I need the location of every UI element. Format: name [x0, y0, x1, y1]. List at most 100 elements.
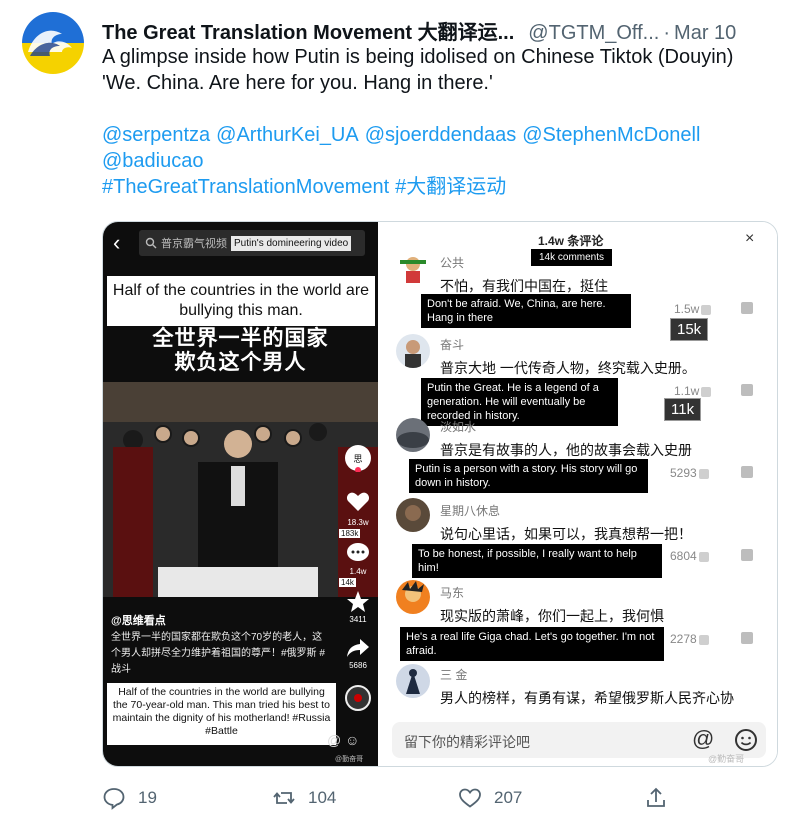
reply-count: 19: [138, 788, 157, 807]
comment-input-placeholder: 留下你的精彩评论吧: [404, 734, 530, 750]
mention-link[interactable]: @sjoerddendaas: [365, 124, 517, 146]
commenter-avatar[interactable]: [396, 498, 430, 532]
like-count-text: 5293: [670, 466, 697, 480]
like-count-en: 15k: [670, 318, 709, 341]
commenter-name[interactable]: 公共: [440, 254, 464, 271]
at-icon[interactable]: @ ☺: [327, 732, 359, 748]
thumb-down-icon[interactable]: [741, 384, 753, 396]
mention-link[interactable]: @ArthurKei_UA: [216, 124, 359, 146]
thumb-down-icon[interactable]: [741, 302, 753, 314]
separator-dot: ·: [663, 22, 671, 44]
like-count-text: 6804: [670, 549, 697, 563]
back-chevron-icon: ‹: [113, 230, 121, 255]
tweet-media-image[interactable]: ‹ 普京霸气视频 Putin's domineering video Half …: [102, 221, 778, 767]
comment-count: 1.4w: [349, 567, 367, 576]
comments-title-en: 14k comments: [531, 249, 613, 266]
retweet-icon: [273, 792, 295, 804]
retweet-count: 104: [308, 788, 337, 807]
comment-text: 现实版的萧峰，你们一起上，我何惧: [440, 608, 664, 624]
comment-translation: To be honest, if possible, I really want…: [412, 544, 662, 578]
commenter-avatar[interactable]: [396, 418, 430, 452]
at-mention-icon[interactable]: @: [692, 726, 714, 752]
like-count: 18.3w: [347, 518, 369, 527]
commenter-avatar[interactable]: [396, 252, 430, 286]
tweet-text-line-1: A glimpse inside how Putin is being idol…: [102, 46, 734, 68]
comment-like-count[interactable]: 5293: [670, 466, 709, 480]
music-disc-icon[interactable]: [343, 685, 373, 713]
hashtag-link[interactable]: #TheGreatTranslationMovement: [102, 176, 389, 198]
commenter-avatar[interactable]: [396, 664, 430, 698]
tweet-actions: 19 104 207: [102, 782, 782, 814]
commenter-name[interactable]: 马东: [440, 584, 464, 601]
share-icon: [647, 787, 665, 807]
comment-like-count[interactable]: 6804: [670, 549, 709, 563]
author-handle[interactable]: @TGTM_Off...: [528, 22, 659, 45]
video-panel: ‹ 普京霸气视频 Putin's domineering video Half …: [103, 222, 378, 766]
like-heart-icon[interactable]: [343, 490, 373, 514]
caption-translation: Half of the countries in the world are b…: [107, 276, 375, 326]
commenter-name[interactable]: 三 金: [440, 666, 467, 683]
thumb-up-icon: [698, 634, 709, 645]
comment-like-count[interactable]: 1.1w: [674, 384, 712, 398]
tweet-date[interactable]: Mar 10: [674, 22, 736, 45]
commenter-name[interactable]: 奋斗: [440, 336, 464, 353]
uploader-name[interactable]: @思维看点: [111, 612, 166, 628]
comment-text: 男人的榜样，有勇有谋，希望俄罗斯人民齐心协: [440, 690, 734, 706]
like-count-text: 1.5w: [674, 302, 700, 316]
uploader-avatar-icon[interactable]: 思: [343, 444, 373, 474]
like-count-en: 183k: [339, 529, 361, 538]
thumb-down-icon[interactable]: [741, 466, 753, 478]
thumb-up-icon: [698, 551, 709, 562]
emoji-smile-icon[interactable]: [734, 728, 758, 752]
share-button[interactable]: [644, 782, 668, 814]
svg-text:思: 思: [353, 454, 362, 465]
reply-icon: [103, 788, 125, 810]
comment-translation: Putin is a person with a story. His stor…: [409, 459, 648, 493]
commenter-avatar[interactable]: [396, 334, 430, 368]
commenter-name[interactable]: 星期八休息: [440, 502, 500, 519]
comments-panel: 1.4w 条评论 14k comments × 公共 不怕，有我们中国在，挺住 …: [378, 222, 777, 766]
comment-text: 不怕，有我们中国在，挺住: [440, 278, 608, 294]
comment-like-count[interactable]: 2278: [670, 632, 709, 646]
favorite-count: 3411: [349, 615, 367, 624]
commenter-name[interactable]: 淡如水: [440, 418, 476, 435]
comment-like-count[interactable]: 1.5w: [674, 302, 712, 316]
search-query-en: Putin's domineering video: [231, 235, 352, 251]
like-count-en: 11k: [664, 398, 702, 421]
caption-zh-line-2: 欺负这个男人: [174, 351, 307, 374]
like-count: 207: [494, 788, 523, 807]
thumb-up-icon: [698, 468, 709, 479]
close-icon[interactable]: ×: [745, 230, 754, 248]
video-photo: [103, 382, 378, 597]
like-button[interactable]: 207: [458, 782, 522, 814]
author-name[interactable]: The Great Translation Movement 大翻译运...: [102, 16, 514, 45]
video-description-zh: 全世界一半的国家都在欺负这个70岁的老人，这个男人却拼尽全力维护着祖国的尊严！#…: [111, 632, 325, 675]
mentions-row-2: @badiucao: [102, 148, 782, 174]
retweet-button[interactable]: 104: [272, 782, 336, 814]
comment-translation: He's a real life Giga chad. Let's go tog…: [400, 627, 664, 661]
thumb-up-icon: [701, 304, 712, 315]
video-search-bar: 普京霸气视频 Putin's domineering video: [139, 230, 365, 256]
heart-icon: [459, 788, 481, 808]
tweet-header: The Great Translation Movement 大翻译运... @…: [102, 16, 782, 45]
comment-icon[interactable]: [343, 542, 373, 566]
tweet-body: A glimpse inside how Putin is being idol…: [102, 44, 782, 200]
watermark: @勤奋哥: [708, 754, 745, 764]
hashtag-link[interactable]: #大翻译运动: [395, 176, 506, 198]
comments-title: 1.4w 条评论: [538, 234, 604, 248]
thumb-down-icon[interactable]: [741, 632, 753, 644]
share-arrow-icon[interactable]: [343, 637, 373, 661]
author-avatar[interactable]: [22, 12, 84, 74]
favorite-star-icon[interactable]: [343, 590, 373, 616]
watermark: @勤奋哥: [335, 756, 364, 763]
mention-link[interactable]: @badiucao: [102, 150, 203, 172]
comment-count-en: 14k: [339, 578, 356, 587]
mention-link[interactable]: @serpentza: [102, 124, 210, 146]
comment-text: 普京是有故事的人，他的故事会载入史册: [440, 442, 692, 458]
mention-link[interactable]: @StephenMcDonell: [522, 124, 700, 146]
reply-button[interactable]: 19: [102, 782, 157, 814]
thumb-down-icon[interactable]: [741, 549, 753, 561]
tweet-text-line-2: 'We. China. Are here for you. Hang in th…: [102, 72, 493, 94]
commenter-avatar[interactable]: [396, 580, 430, 614]
hashtags-row: #TheGreatTranslationMovement #大翻译运动: [102, 174, 782, 200]
